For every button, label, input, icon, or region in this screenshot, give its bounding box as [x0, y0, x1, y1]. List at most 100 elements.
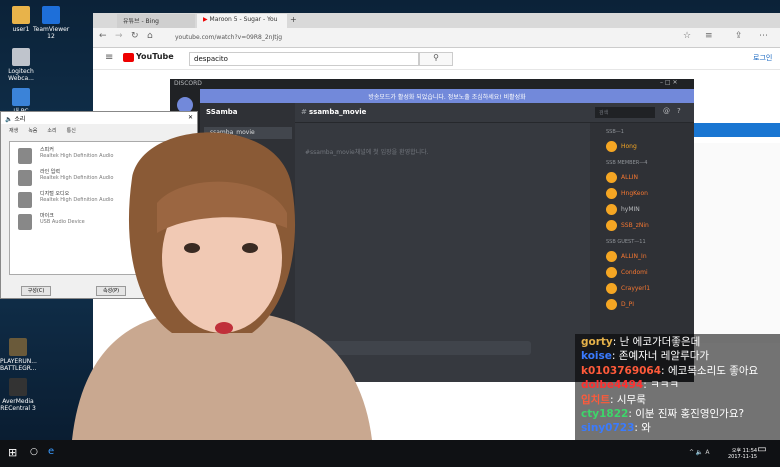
app-icon: [12, 48, 30, 66]
member-name: Hong: [621, 142, 637, 150]
app-icon: [42, 6, 60, 24]
forward-icon[interactable]: →: [115, 31, 123, 41]
member-item[interactable]: hyMIN: [590, 201, 694, 217]
device-icon: [18, 214, 32, 230]
chat-text: 에코목소리도 좋아요: [667, 364, 759, 377]
desktop-icon-label: AverMedia RECentral 3: [0, 398, 36, 412]
window-controls[interactable]: – □ ✕: [660, 79, 678, 86]
avatar: [606, 282, 617, 294]
back-icon[interactable]: ←: [99, 31, 107, 41]
share-icon[interactable]: ⇪: [735, 31, 743, 41]
avatar: [606, 250, 617, 262]
tab-label: 유튜브 - Bing: [123, 18, 159, 25]
address-bar-row: ← → ↻ ⌂ youtube.com/watch?v=09R8_2nJtjg …: [93, 28, 780, 48]
search-input[interactable]: despacito: [189, 52, 419, 66]
youtube-logo-icon: [123, 53, 134, 62]
star-icon[interactable]: ☆: [683, 31, 691, 41]
desktop-icon[interactable]: AverMedia RECentral 3: [0, 378, 36, 412]
chat-separator: :: [611, 350, 619, 363]
stream-chat-overlay: gorty: 난 에코가더좋은데 koise: 존예자너 레알루다가 k010376…: [575, 334, 780, 442]
app-icon: [9, 378, 27, 396]
member-item[interactable]: D_PI: [590, 296, 694, 312]
desktop-icon[interactable]: PLAYERUN... BATTLEGR...: [0, 338, 37, 372]
avatar: [606, 298, 617, 310]
member-name: ALLIN: [621, 173, 639, 181]
hub-icon[interactable]: ≡: [705, 31, 713, 41]
chat-username: k0103769064: [581, 364, 662, 377]
refresh-icon[interactable]: ↻: [131, 31, 139, 41]
desktop-icon[interactable]: TeamViewer 12: [33, 6, 69, 40]
search-button[interactable]: ⚲: [419, 52, 453, 66]
help-icon[interactable]: ?: [677, 107, 681, 115]
avatar: [606, 187, 617, 199]
discord-title: DISCORD: [170, 79, 694, 89]
member-group-header: SSB—1: [606, 129, 624, 135]
dialog-title-text: 소리: [14, 116, 26, 123]
chat-text: 존예자너 레알루다가: [618, 350, 710, 363]
member-name: SSB_zNin: [621, 221, 649, 229]
mention-icon[interactable]: @: [663, 107, 670, 115]
member-item[interactable]: HngKeon: [590, 185, 694, 201]
configure-button[interactable]: 구성(C): [21, 286, 51, 296]
chat-text: 이분 진짜 홍진영인가요?: [635, 408, 745, 421]
member-item[interactable]: ALLIN_In: [590, 248, 694, 264]
avatar: [606, 140, 617, 152]
member-item[interactable]: Crayyerl1: [590, 280, 694, 296]
member-name: D_PI: [621, 300, 635, 308]
system-tray[interactable]: ^ 🔈 A: [689, 449, 709, 456]
tab-bing[interactable]: 유튜브 - Bing: [117, 14, 195, 28]
member-group-header: SSB GUEST—11: [606, 239, 646, 245]
discord-search-input[interactable]: 검색: [595, 107, 655, 118]
desktop-icon[interactable]: Logitech Webca...: [3, 48, 39, 82]
chat-message: gorty: 난 에코가더좋은데: [581, 335, 774, 349]
chat-username: cty1822: [581, 408, 629, 421]
app-icon: [12, 88, 30, 106]
chat-username: gorty: [581, 336, 613, 348]
youtube-header: ≡ YouTube despacito ⚲ 로그인: [93, 48, 780, 70]
login-button[interactable]: 로그인: [753, 53, 772, 63]
clock[interactable]: 오후 11:54 2017-11-15: [728, 448, 757, 460]
chat-username: dolbe4494: [581, 379, 644, 392]
webcam-person: [72, 132, 372, 440]
start-icon[interactable]: ⊞: [8, 446, 17, 459]
chat-text: 와: [641, 422, 651, 435]
member-name: Condomi: [621, 268, 648, 276]
chat-text: 난 에코가더좋은데: [619, 336, 701, 348]
server-name[interactable]: SSamba: [206, 108, 238, 116]
menu-icon[interactable]: ≡: [105, 52, 113, 63]
tab-bar: 유튜브 - Bing ▶ Maroon 5 - Sugar - You +: [93, 13, 780, 28]
tab-youtube[interactable]: ▶ Maroon 5 - Sugar - You: [197, 14, 287, 28]
chat-separator: :: [661, 364, 668, 377]
chat-username: koise: [581, 350, 612, 363]
tab-recording[interactable]: 녹음: [28, 127, 37, 134]
member-name: HngKeon: [621, 189, 648, 197]
home-icon[interactable]: ⌂: [147, 31, 153, 41]
youtube-logo[interactable]: YouTube: [136, 52, 174, 61]
clock-date: 2017-11-15: [728, 454, 758, 460]
chat-message: siny0723: 와: [581, 421, 774, 435]
url-field[interactable]: youtube.com/watch?v=09R8_2nJtjg: [171, 32, 611, 44]
edge-icon[interactable]: e: [48, 446, 54, 457]
app-icon: [9, 338, 27, 356]
member-group-header: SSB MEMBER—4: [606, 160, 648, 166]
member-name: hyMIN: [621, 205, 640, 213]
member-item[interactable]: ALLIN: [590, 169, 694, 185]
taskbar: ⊞ ○ e ^ 🔈 A ▭: [0, 440, 780, 467]
cortana-icon[interactable]: ○: [30, 447, 38, 457]
tab-label: Maroon 5 - Sugar - You: [209, 16, 278, 23]
right-eye: [242, 243, 258, 253]
channel-title: ssamba_movie: [309, 108, 367, 116]
stream-mode-notice[interactable]: 방송모드가 활성화 되었습니다. 정보노출 조심하세요! 비활성화: [200, 89, 694, 103]
new-tab-button[interactable]: +: [290, 15, 297, 24]
chat-message: cty1822: 이분 진짜 홍진영인가요?: [581, 407, 774, 421]
chat-username: siny0723: [581, 422, 635, 435]
tab-playback[interactable]: 재생: [9, 127, 18, 134]
device-icon: [18, 148, 32, 164]
chat-message: 입치트: 시무룩: [581, 393, 774, 407]
member-item[interactable]: SSB_zNin: [590, 217, 694, 233]
desktop-icon-label: Logitech Webca...: [8, 68, 34, 82]
member-item[interactable]: Hong: [590, 138, 694, 154]
more-icon[interactable]: ⋯: [759, 31, 768, 41]
member-item[interactable]: Condomi: [590, 264, 694, 280]
chat-message: koise: 존예자너 레알루다가: [581, 349, 774, 363]
